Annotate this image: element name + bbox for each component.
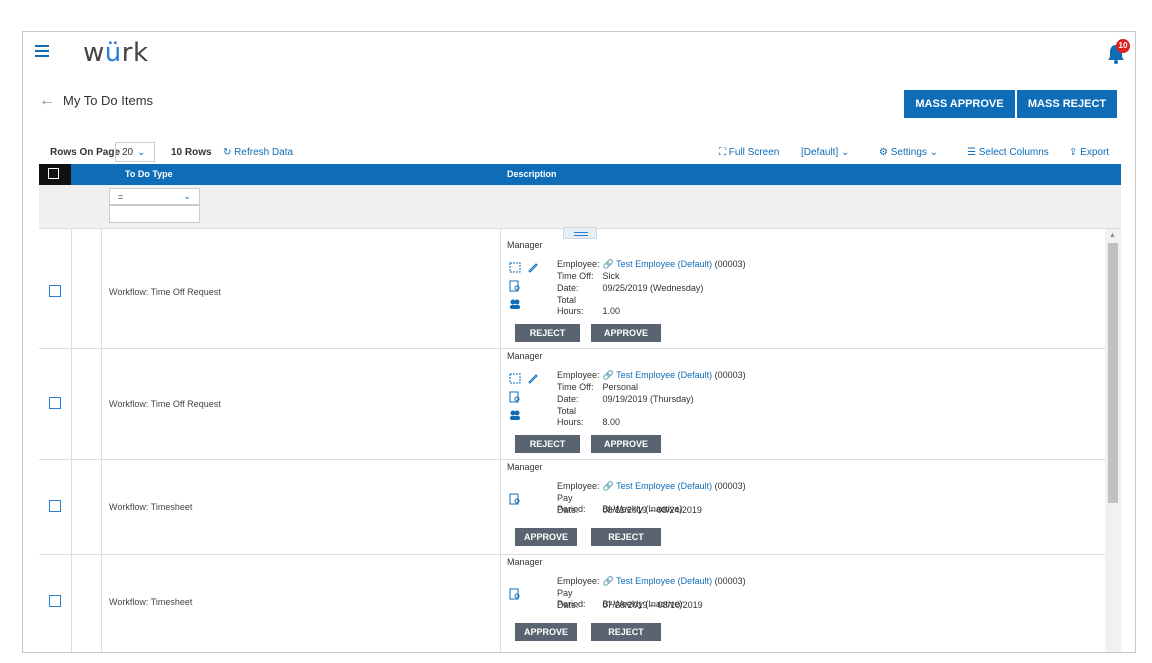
row-checkbox[interactable] [49, 500, 61, 512]
grid-toolbar: Rows On Page 20 ⌄ 10 Rows ↻ Refresh Data … [23, 142, 1135, 164]
date-field: Date: 07/28/2019 – 08/10/2019 [557, 600, 703, 610]
edit-pencil-icon[interactable] [527, 371, 539, 384]
chevron-down-icon: ⌄ [183, 191, 191, 201]
settings-menu[interactable]: ⚙ Settings ⌄ [879, 147, 938, 158]
collapse-handle-icon[interactable] [563, 227, 597, 239]
reject-button[interactable]: REJECT [591, 528, 661, 546]
total-hours-field: Total Hours: 8.00 [557, 406, 621, 427]
role-label: Manager [507, 240, 543, 250]
rows-on-page-label: Rows On Page [50, 147, 121, 158]
refresh-icon: ↻ [223, 147, 232, 158]
view-details-icon[interactable] [509, 492, 521, 505]
users-icon[interactable] [509, 408, 521, 420]
to-do-type: Workflow: Time Off Request [109, 399, 221, 409]
to-do-type: Workflow: Timesheet [109, 502, 193, 512]
scrollbar-thumb[interactable] [1108, 243, 1118, 503]
row-count: 10 Rows [171, 147, 212, 158]
employee-link[interactable]: 🔗 Test Employee (Default) [603, 481, 713, 491]
employee-field: Employee: 🔗 Test Employee (Default) (000… [557, 259, 746, 269]
time-off-field: Time Off: Personal [557, 382, 639, 392]
approve-button[interactable]: APPROVE [591, 435, 661, 453]
vertical-scrollbar[interactable]: ▲ [1105, 229, 1121, 652]
gear-icon: ⚙ [879, 147, 888, 158]
role-label: Manager [507, 557, 543, 567]
to-do-type: Workflow: Timesheet [109, 597, 193, 607]
scroll-up-icon[interactable]: ▲ [1109, 232, 1116, 239]
app-window: würk 10 ← My To Do Items MASS APPROVE MA… [22, 31, 1136, 653]
time-off-field: Time Off: Sick [557, 271, 620, 281]
page-title: My To Do Items [63, 93, 154, 108]
date-field: Date: 09/19/2019 (Thursday) [557, 394, 694, 404]
approve-button[interactable]: APPROVE [515, 528, 577, 546]
refresh-data-link[interactable]: ↻ Refresh Data [223, 147, 293, 158]
role-label: Manager [507, 462, 543, 472]
employee-link[interactable]: 🔗 Test Employee (Default) [603, 259, 713, 269]
view-select[interactable]: [Default] ⌄ [801, 147, 849, 158]
approve-button[interactable]: APPROVE [591, 324, 661, 342]
select-columns-link[interactable]: ☰ Select Columns [967, 147, 1049, 158]
grid-header: To Do Type Description [39, 164, 1121, 185]
wurk-logo: würk [83, 38, 149, 68]
view-details-icon[interactable] [509, 279, 521, 292]
reject-button[interactable]: REJECT [515, 435, 580, 453]
export-icon: ⇪ [1069, 147, 1078, 158]
table-row: Workflow: Timesheet Manager Employee: 🔗 … [39, 555, 1105, 652]
row-checkbox[interactable] [49, 285, 61, 297]
column-header-to-do-type[interactable]: To Do Type [125, 164, 173, 185]
notification-count-badge: 10 [1116, 39, 1130, 53]
rows-on-page-select[interactable]: 20 ⌄ [115, 142, 155, 162]
employee-link[interactable]: 🔗 Test Employee (Default) [603, 576, 713, 586]
row-checkbox[interactable] [49, 397, 61, 409]
to-do-type: Workflow: Time Off Request [109, 287, 221, 297]
column-header-description[interactable]: Description [507, 164, 557, 185]
hamburger-menu-icon[interactable] [35, 45, 49, 59]
mass-reject-button[interactable]: MASS REJECT [1017, 90, 1117, 118]
reject-button[interactable]: REJECT [515, 324, 580, 342]
export-link[interactable]: ⇪ Export [1069, 147, 1109, 158]
filter-row: = ⌄ [39, 185, 1121, 229]
table-row: Workflow: Time Off Request Manager Emplo… [39, 229, 1105, 349]
full-screen-icon: ⛶ [719, 147, 726, 158]
top-bar: würk 10 [23, 32, 1135, 76]
users-icon[interactable] [509, 297, 521, 309]
date-field: Date: 09/25/2019 (Wednesday) [557, 283, 704, 293]
role-label: Manager [507, 351, 543, 361]
title-row: ← My To Do Items MASS APPROVE MASS REJEC… [23, 90, 1135, 122]
table-row: Workflow: Time Off Request Manager Emplo… [39, 349, 1105, 460]
view-details-icon[interactable] [509, 390, 521, 403]
back-arrow-icon[interactable]: ← [39, 92, 55, 110]
mass-approve-button[interactable]: MASS APPROVE [904, 90, 1015, 118]
view-details-icon[interactable] [509, 587, 521, 600]
chevron-down-icon: ⌄ [841, 147, 850, 158]
calendar-icon[interactable] [509, 371, 521, 384]
columns-icon: ☰ [967, 147, 976, 158]
chevron-down-icon: ⌄ [929, 147, 939, 158]
total-hours-field: Total Hours: 1.00 [557, 295, 621, 316]
approve-button[interactable]: APPROVE [515, 623, 577, 641]
chevron-down-icon: ⌄ [137, 147, 146, 158]
reject-button[interactable]: REJECT [591, 623, 661, 641]
employee-link[interactable]: 🔗 Test Employee (Default) [603, 370, 713, 380]
filter-input[interactable] [109, 205, 200, 223]
filter-operator-select[interactable]: = ⌄ [109, 188, 200, 205]
grid-body: Workflow: Time Off Request Manager Emplo… [39, 229, 1105, 652]
edit-pencil-icon[interactable] [527, 260, 539, 273]
row-checkbox[interactable] [49, 595, 61, 607]
table-row: Workflow: Timesheet Manager Employee: 🔗 … [39, 460, 1105, 555]
employee-field: Employee: 🔗 Test Employee (Default) (000… [557, 481, 746, 491]
select-all-checkbox[interactable] [39, 164, 71, 185]
calendar-icon[interactable] [509, 260, 521, 273]
employee-field: Employee: 🔗 Test Employee (Default) (000… [557, 576, 746, 586]
employee-field: Employee: 🔗 Test Employee (Default) (000… [557, 370, 746, 380]
notifications-bell-icon[interactable]: 10 [1107, 39, 1130, 66]
full-screen-link[interactable]: ⛶ Full Screen [719, 147, 779, 158]
date-field: Date: 08/11/2019 – 08/24/2019 [557, 505, 702, 515]
